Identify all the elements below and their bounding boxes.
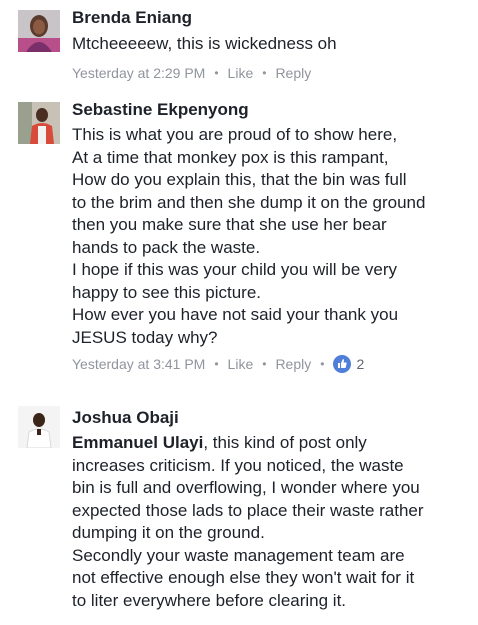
comment-text-line: hands to pack the waste.: [72, 237, 261, 257]
avatar[interactable]: [18, 406, 60, 448]
reply-link[interactable]: Reply: [275, 355, 311, 373]
profile-photo-icon: [18, 10, 60, 52]
comment-text-line: not effective enough else they won't wai…: [72, 568, 415, 587]
comment-text-line: This is what you are proud of to show he…: [72, 125, 398, 144]
comment-text-line: At a time that monkey pox is this rampan…: [72, 147, 389, 167]
like-link[interactable]: Like: [228, 64, 254, 82]
comment-text-line: bin is full and overflowing, I wonder wh…: [72, 478, 420, 497]
comment-text-line: JESUS today why?: [72, 327, 218, 347]
separator-dot: •: [262, 357, 267, 371]
comment-text-line: I hope if this was your child you will b…: [72, 260, 398, 279]
comment-meta: Yesterday at 3:41 PM • Like • Reply • 2: [72, 355, 472, 373]
comment-text-line: then you make sure that she use her bear: [72, 215, 387, 234]
comment-text-line: Secondly your waste management team are: [72, 545, 405, 565]
comment-text-line: How do you explain this, that the bin wa…: [72, 170, 407, 189]
comment-text-line: to liter everywhere before clearing it.: [72, 590, 347, 610]
separator-dot: •: [320, 357, 325, 371]
like-link[interactable]: Like: [228, 355, 254, 373]
comment-meta: Yesterday at 2:29 PM • Like • Reply: [72, 64, 472, 82]
separator-dot: •: [214, 65, 219, 80]
comment-text-line: Emmanuel Ulayi, this kind of post only: [72, 432, 472, 455]
avatar[interactable]: [18, 102, 60, 144]
comment-author[interactable]: Joshua Obaji: [72, 408, 472, 428]
comment-text-line: to the brim and then she dump it on the …: [72, 192, 426, 212]
reply-link[interactable]: Reply: [275, 64, 311, 82]
comment-author[interactable]: Brenda Eniang: [72, 8, 472, 28]
profile-photo-icon: [18, 102, 60, 144]
separator-dot: •: [214, 357, 219, 371]
comment-timestamp[interactable]: Yesterday at 2:29 PM: [72, 64, 205, 82]
comment-text-line: dumping it on the ground.: [72, 523, 265, 542]
comment-text-line: increases criticism. If you noticed, the…: [72, 455, 404, 475]
avatar[interactable]: [18, 10, 60, 52]
comment-text-line: How ever you have not said your thank yo…: [72, 305, 399, 324]
separator-dot: •: [262, 65, 267, 80]
comment-text-fragment: , this kind of post only: [203, 433, 367, 452]
thumbs-up-icon[interactable]: [333, 355, 352, 373]
comment-timestamp[interactable]: Yesterday at 3:41 PM: [72, 355, 205, 373]
comment-text-line: expected those lads to place their waste…: [72, 500, 424, 520]
profile-photo-icon: [18, 406, 60, 448]
reaction-count[interactable]: 2: [356, 355, 364, 373]
mention-link[interactable]: Emmanuel Ulayi: [72, 433, 203, 452]
comment-author[interactable]: Sebastine Ekpenyong: [72, 100, 472, 120]
comment-text-line: happy to see this picture.: [72, 282, 262, 302]
comment-text-line: Mtcheeeeew, this is wickedness oh: [72, 34, 337, 53]
